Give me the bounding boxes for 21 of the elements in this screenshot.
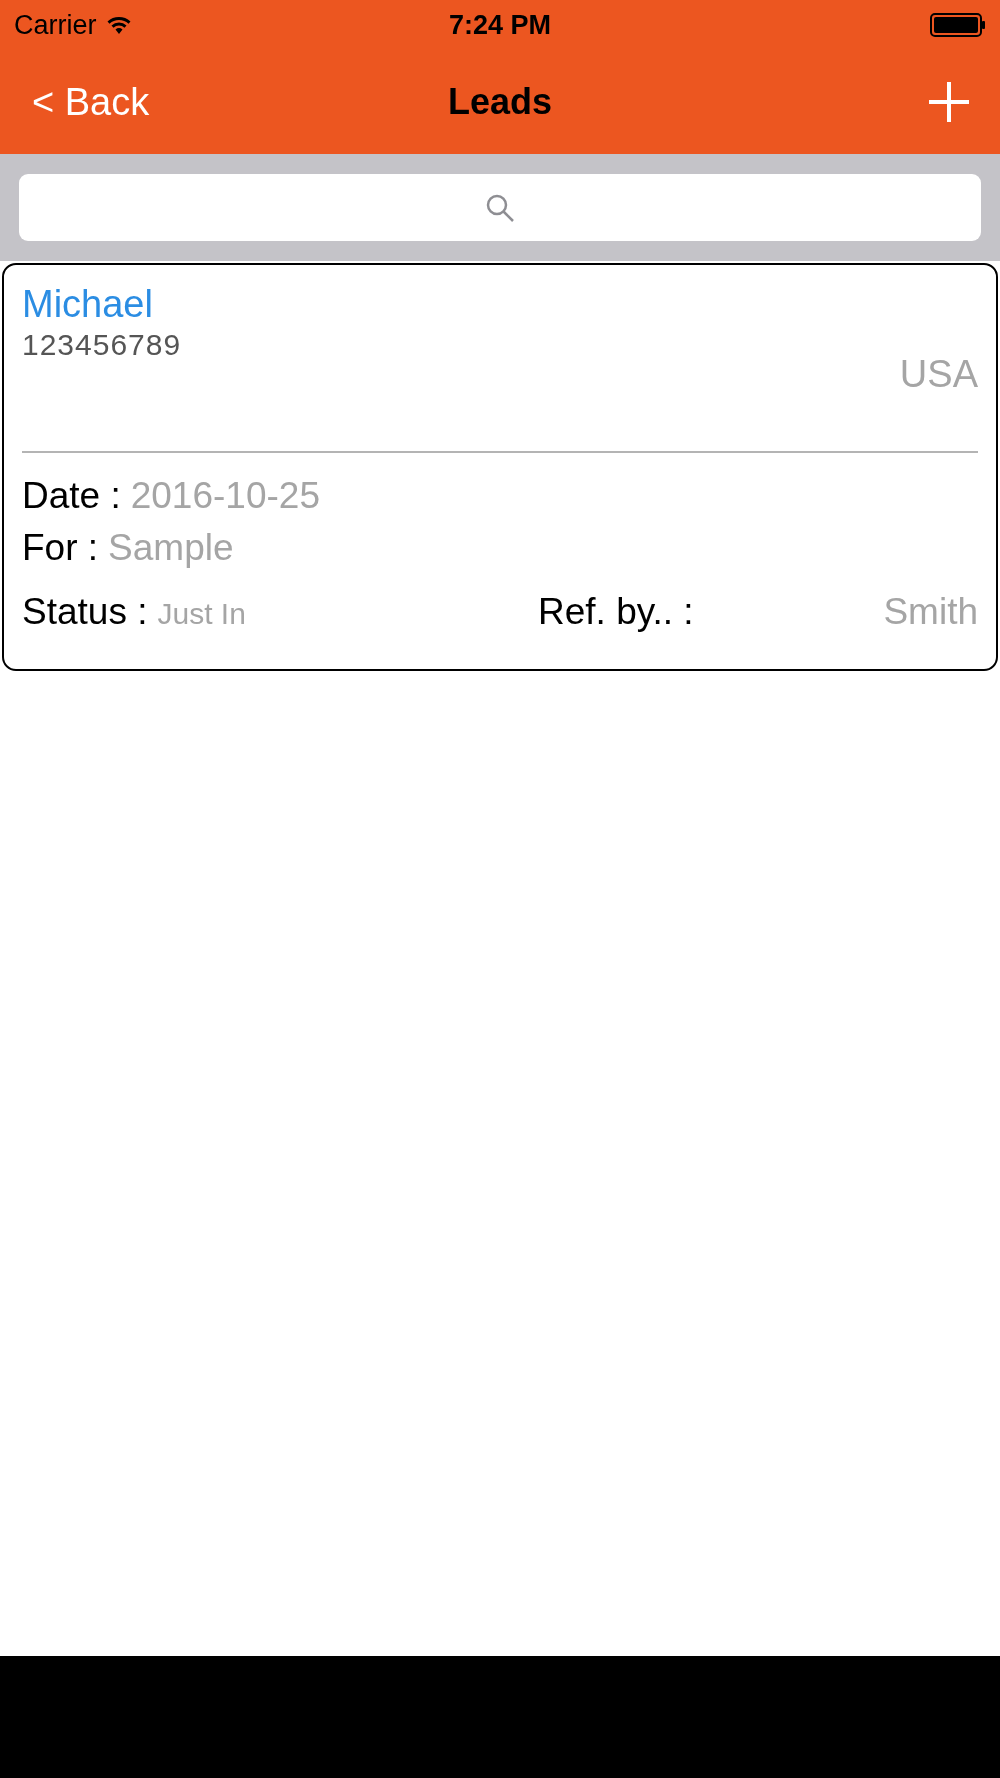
field-value: 2016-10-25 xyxy=(130,475,320,517)
field-value: Sample xyxy=(108,527,234,569)
field-label: Ref. by.. : xyxy=(538,591,694,633)
carrier-name: Carrier xyxy=(14,9,97,41)
page-title: Leads xyxy=(446,81,553,123)
field-value: Smith xyxy=(883,591,978,633)
field-label: For : xyxy=(22,527,99,569)
status-time: 7:24 PM xyxy=(447,9,552,41)
battery-icon xyxy=(930,13,986,37)
back-button[interactable]: < Back xyxy=(32,80,150,124)
wifi-icon xyxy=(106,16,131,34)
field-label: Status : xyxy=(22,591,148,633)
search-icon xyxy=(485,192,515,223)
search-field[interactable] xyxy=(19,174,981,241)
lead-phone: 123456789 xyxy=(22,328,182,362)
lead-card[interactable]: Michael 123456789 USA Date : 2016-10-25 For : Sample Status : Just In Ref. by.. : Smith xyxy=(2,263,998,671)
field-label: Date : xyxy=(22,475,121,517)
lead-name: Michael xyxy=(22,283,154,326)
status-value: Just In xyxy=(157,597,246,631)
add-icon[interactable] xyxy=(928,81,970,123)
lead-country: USA xyxy=(899,353,978,396)
